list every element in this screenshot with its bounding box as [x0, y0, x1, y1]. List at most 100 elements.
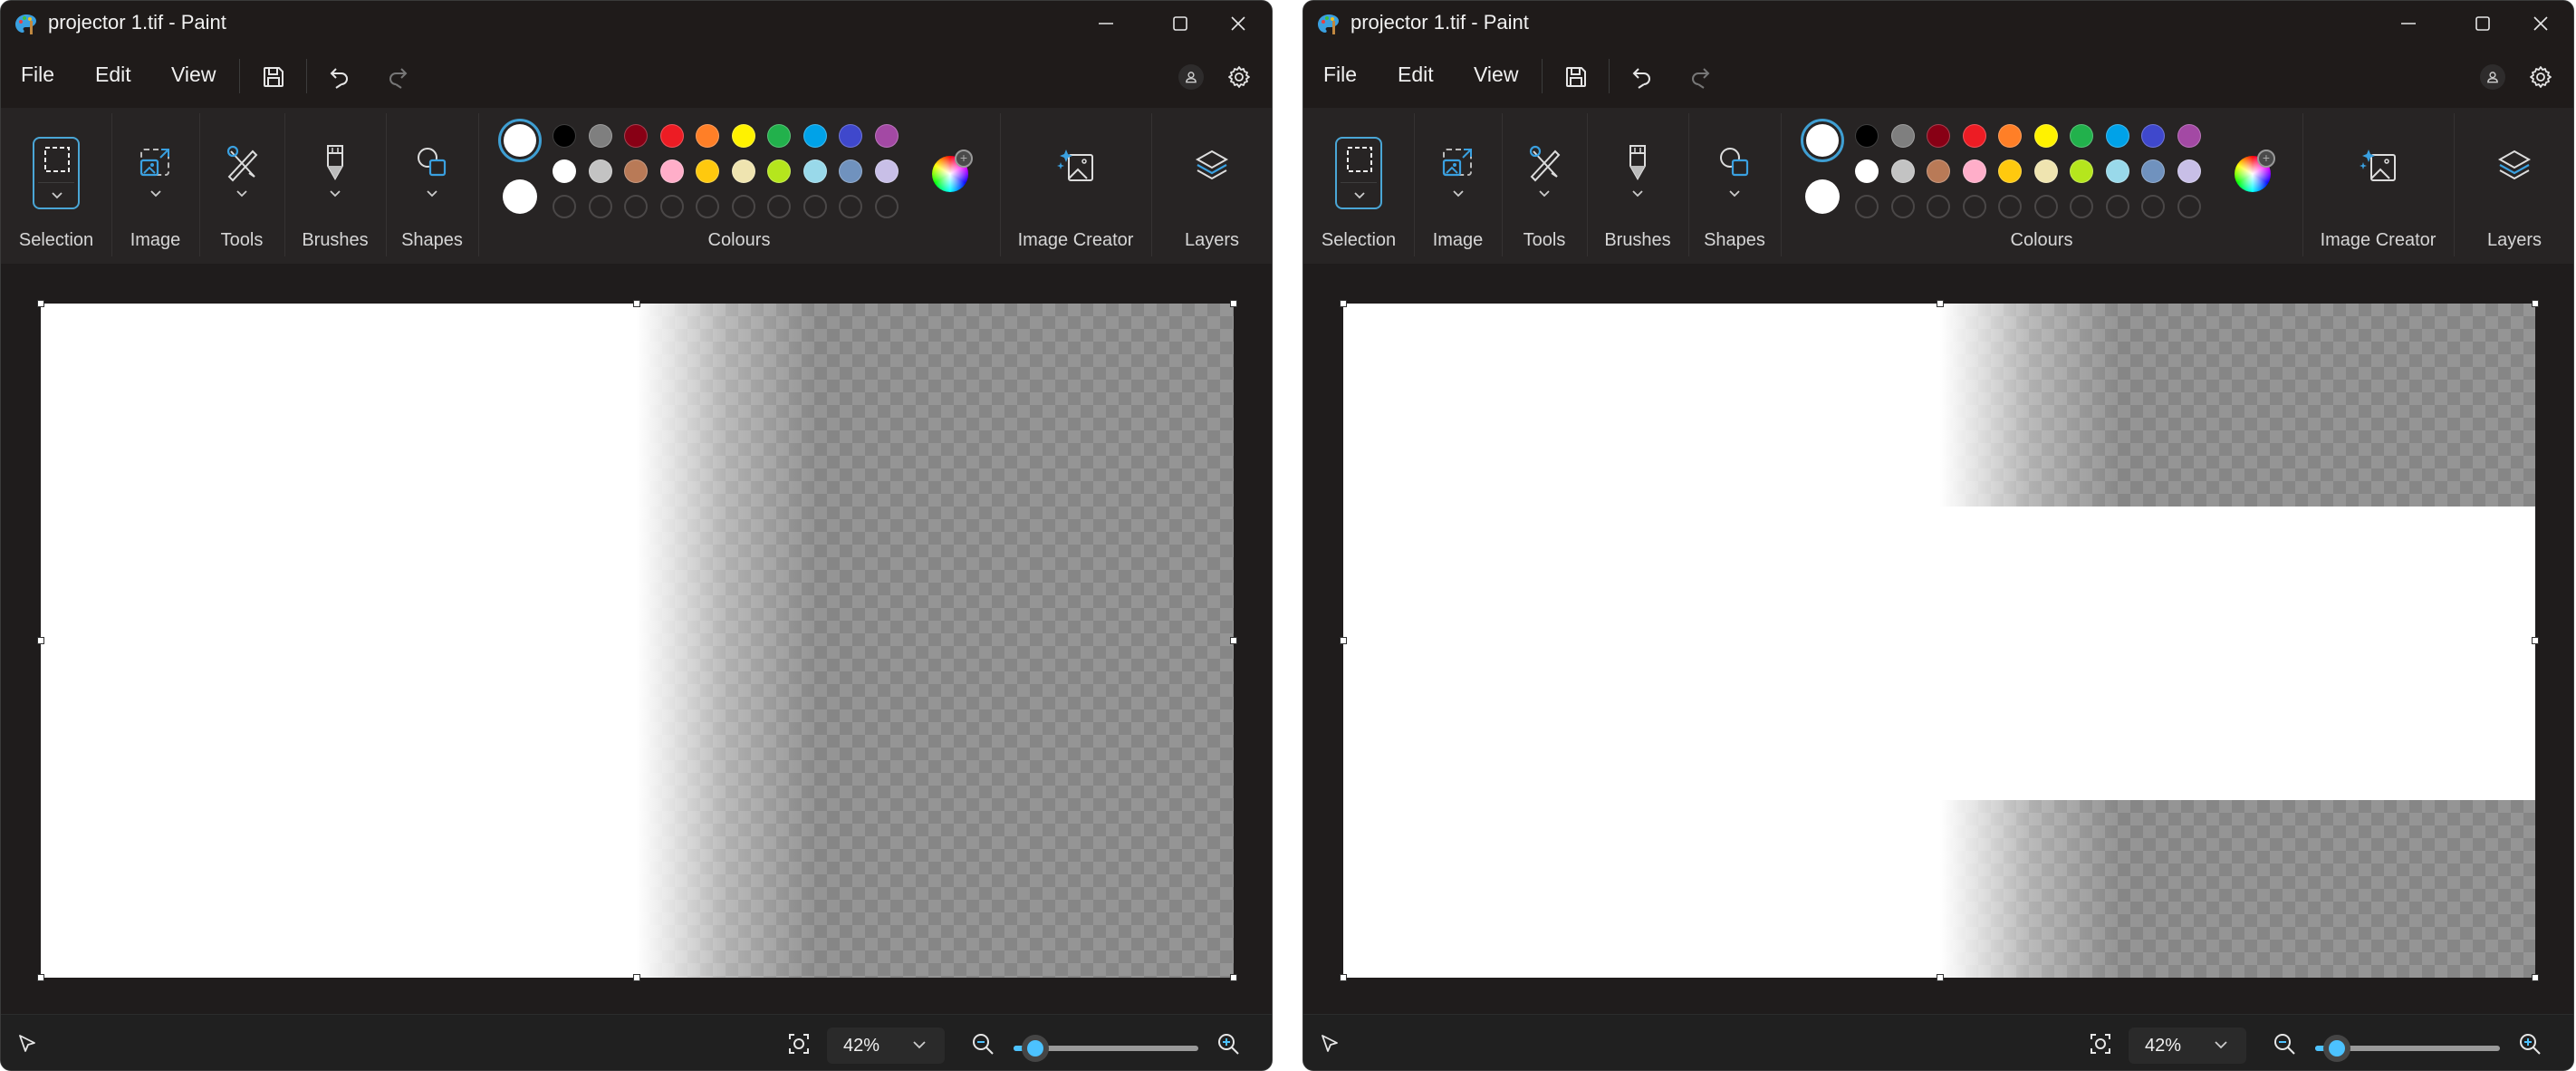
resize-handle[interactable]: [37, 974, 44, 981]
resize-handle[interactable]: [1937, 300, 1944, 307]
color-swatch[interactable]: [624, 159, 648, 183]
secondary-color-swatch[interactable]: [1805, 179, 1840, 214]
resize-handle[interactable]: [1230, 974, 1237, 981]
color-swatch[interactable]: [553, 124, 576, 148]
undo-button[interactable]: [1624, 59, 1660, 95]
fit-to-window-icon[interactable]: [2088, 1031, 2113, 1057]
zoom-slider[interactable]: [2315, 1035, 2500, 1062]
account-button[interactable]: [2480, 64, 2505, 90]
ribbon-group-selection[interactable]: Selection: [1303, 108, 1414, 264]
zoom-level-dropdown[interactable]: 42%: [827, 1028, 945, 1064]
menu-file[interactable]: File: [21, 63, 54, 87]
ribbon-group-tools[interactable]: Tools: [199, 108, 284, 264]
empty-color-slot[interactable]: [839, 195, 862, 218]
color-swatch[interactable]: [659, 159, 684, 183]
save-button[interactable]: [255, 59, 292, 95]
resize-handle[interactable]: [1340, 300, 1347, 307]
color-swatch[interactable]: [839, 159, 862, 183]
color-swatch[interactable]: [803, 159, 827, 183]
color-swatch[interactable]: [731, 124, 755, 148]
empty-color-slot[interactable]: [1927, 195, 1950, 218]
ribbon-group-image-creator[interactable]: Image Creator: [2302, 108, 2454, 264]
empty-color-slot[interactable]: [2141, 195, 2165, 218]
color-swatch[interactable]: [1855, 124, 1879, 148]
empty-color-slot[interactable]: [588, 195, 612, 218]
ribbon-group-brushes[interactable]: Brushes: [1587, 108, 1688, 264]
fit-to-window-icon[interactable]: [786, 1031, 812, 1057]
color-swatch[interactable]: [1998, 124, 2022, 148]
minimize-button[interactable]: [2372, 1, 2445, 46]
color-swatch[interactable]: [2033, 124, 2058, 148]
color-swatch[interactable]: [839, 124, 862, 148]
primary-color-swatch[interactable]: [498, 119, 542, 162]
ribbon-group-image[interactable]: Image: [111, 108, 199, 264]
ribbon-group-image-creator[interactable]: Image Creator: [1000, 108, 1151, 264]
zoom-in-icon[interactable]: [1216, 1031, 1241, 1057]
empty-color-slot[interactable]: [1855, 195, 1879, 218]
resize-handle[interactable]: [37, 637, 44, 644]
empty-color-slot[interactable]: [874, 195, 899, 218]
color-swatch[interactable]: [767, 124, 791, 148]
empty-color-slot[interactable]: [624, 195, 648, 218]
settings-button[interactable]: [2523, 59, 2559, 95]
color-swatch[interactable]: [2141, 124, 2165, 148]
redo-button[interactable]: [1682, 59, 1718, 95]
save-button[interactable]: [1558, 59, 1594, 95]
redo-button[interactable]: [380, 59, 416, 95]
zoom-out-icon[interactable]: [2272, 1031, 2297, 1057]
color-swatch[interactable]: [2070, 159, 2093, 183]
zoom-slider-thumb[interactable]: [2323, 1035, 2351, 1062]
color-swatch[interactable]: [2177, 159, 2201, 183]
resize-handle[interactable]: [1340, 637, 1347, 644]
empty-color-slot[interactable]: [696, 195, 719, 218]
selection-button[interactable]: [33, 137, 80, 209]
resize-handle[interactable]: [37, 300, 44, 307]
canvas[interactable]: [1343, 304, 2535, 978]
color-swatch[interactable]: [1962, 159, 1986, 183]
color-swatch[interactable]: [2141, 159, 2165, 183]
resize-handle[interactable]: [2532, 974, 2539, 981]
color-swatch[interactable]: [767, 159, 791, 183]
resize-handle[interactable]: [633, 974, 640, 981]
ribbon-group-tools[interactable]: Tools: [1502, 108, 1587, 264]
empty-color-slot[interactable]: [2070, 195, 2093, 218]
resize-handle[interactable]: [2532, 300, 2539, 307]
empty-color-slot[interactable]: [1890, 195, 1915, 218]
color-swatch[interactable]: [2105, 124, 2129, 148]
secondary-color-swatch[interactable]: [503, 179, 537, 214]
ribbon-group-brushes[interactable]: Brushes: [284, 108, 386, 264]
empty-color-slot[interactable]: [553, 195, 576, 218]
close-button[interactable]: [2504, 1, 2573, 46]
color-swatch[interactable]: [588, 124, 612, 148]
color-swatch[interactable]: [624, 124, 648, 148]
color-swatch[interactable]: [874, 159, 899, 183]
zoom-level-dropdown[interactable]: 42%: [2129, 1028, 2246, 1064]
color-swatch[interactable]: [731, 159, 755, 183]
empty-color-slot[interactable]: [2177, 195, 2201, 218]
selection-button[interactable]: [1335, 137, 1382, 209]
undo-button[interactable]: [322, 59, 358, 95]
color-swatch[interactable]: [659, 124, 684, 148]
canvas[interactable]: [41, 304, 1234, 978]
primary-color-swatch[interactable]: [1801, 119, 1844, 162]
resize-handle[interactable]: [633, 300, 640, 307]
resize-handle[interactable]: [1230, 637, 1237, 644]
zoom-out-icon[interactable]: [970, 1031, 995, 1057]
minimize-button[interactable]: [1070, 1, 1142, 46]
color-swatch[interactable]: [588, 159, 612, 183]
ribbon-group-layers[interactable]: Layers: [2454, 108, 2573, 264]
resize-handle[interactable]: [1230, 300, 1237, 307]
menu-view[interactable]: View: [171, 63, 216, 87]
color-swatch[interactable]: [1998, 159, 2022, 183]
color-swatch[interactable]: [1855, 159, 1879, 183]
empty-color-slot[interactable]: [2033, 195, 2058, 218]
color-swatch[interactable]: [2033, 159, 2058, 183]
ribbon-group-shapes[interactable]: Shapes: [386, 108, 478, 264]
color-swatch[interactable]: [803, 124, 827, 148]
menu-file[interactable]: File: [1323, 63, 1357, 87]
zoom-in-icon[interactable]: [2517, 1031, 2542, 1057]
menu-edit[interactable]: Edit: [1398, 63, 1434, 87]
color-swatch[interactable]: [1962, 124, 1986, 148]
color-swatch[interactable]: [874, 124, 899, 148]
empty-color-slot[interactable]: [659, 195, 684, 218]
